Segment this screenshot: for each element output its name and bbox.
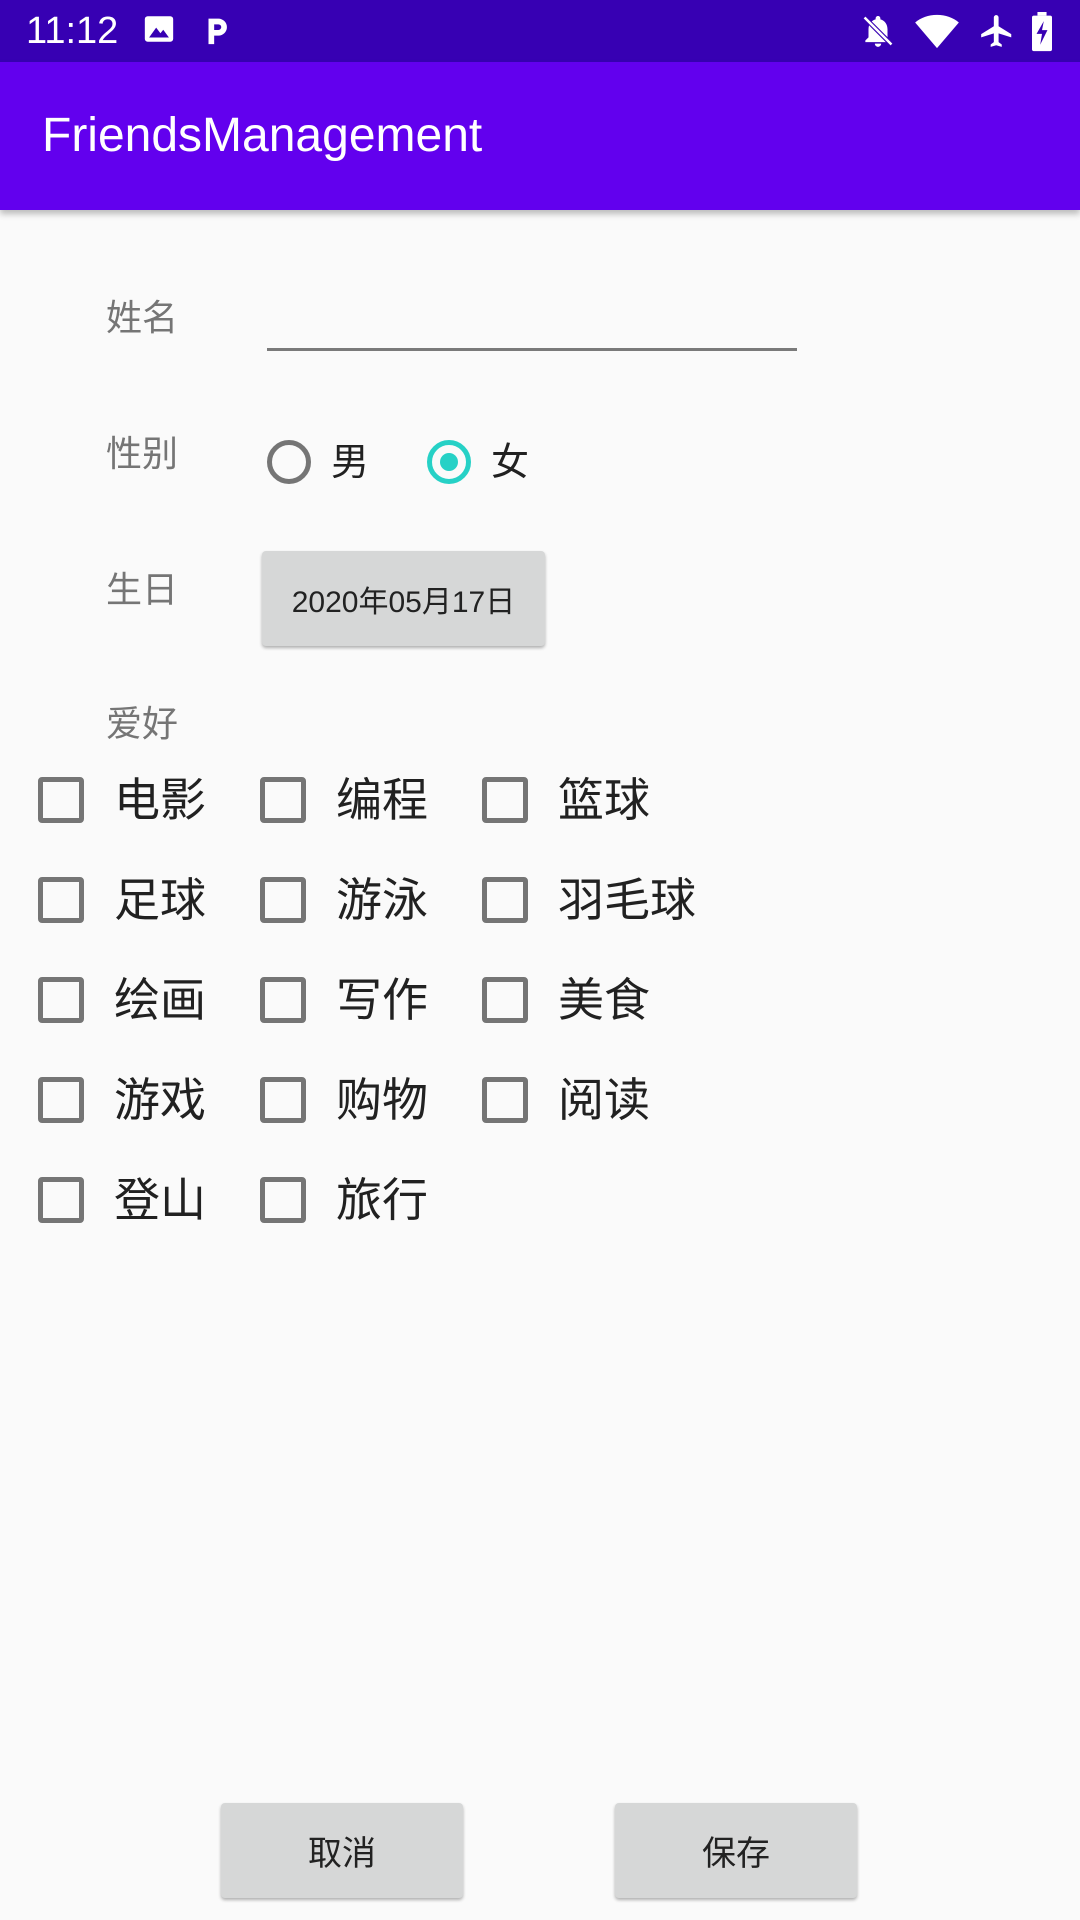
hobby-checkbox[interactable]: 羽毛球 [482,872,696,928]
radio-female-label: 女 [491,440,530,484]
parking-icon [200,12,234,52]
hobby-checkbox[interactable]: 绘画 [38,972,206,1028]
hobby-label: 美食 [558,973,650,1027]
hobby-checkbox[interactable]: 旅行 [260,1172,428,1228]
checkbox-box[interactable] [482,1077,528,1123]
airplane-icon [978,12,1016,54]
hobby-label: 游泳 [336,873,428,927]
checkbox-box[interactable] [260,777,306,823]
hobby-checkbox[interactable]: 购物 [260,1072,428,1128]
checkbox-box[interactable] [482,777,528,823]
checkbox-box[interactable] [482,977,528,1023]
birthday-button[interactable]: 2020年05月17日 [262,551,545,646]
checkbox-box[interactable] [260,877,306,923]
save-button[interactable]: 保存 [615,1803,857,1898]
hobby-checkbox[interactable]: 篮球 [482,772,650,828]
status-bar: 11:12 [0,0,1080,62]
hobby-label: 羽毛球 [558,873,696,927]
notifications-off-icon [858,12,898,54]
checkbox-box[interactable] [38,1177,84,1223]
checkbox-box[interactable] [260,977,306,1023]
radio-female[interactable]: 女 [427,436,529,488]
checkbox-box[interactable] [38,777,84,823]
hobby-label: 游戏 [114,1073,206,1127]
hobby-label: 编程 [336,773,428,827]
hobby-checkbox[interactable]: 足球 [38,872,206,928]
hobby-checkbox[interactable]: 登山 [38,1172,206,1228]
hobby-checkbox[interactable]: 编程 [260,772,428,828]
hobby-checkbox[interactable]: 电影 [38,772,206,828]
hobby-label: 写作 [336,973,428,1027]
hobby-label: 足球 [114,873,206,927]
hobby-label: 阅读 [558,1073,650,1127]
checkbox-box[interactable] [38,1077,84,1123]
gender-label: 性别 [106,434,179,475]
hobby-checkbox[interactable]: 美食 [482,972,650,1028]
hobby-checkbox[interactable]: 阅读 [482,1072,650,1128]
checkbox-box[interactable] [482,877,528,923]
hobby-label: 购物 [336,1073,428,1127]
status-time: 11:12 [26,10,119,52]
hobby-label: 绘画 [114,973,206,1027]
battery-charging-icon [1030,12,1054,56]
hobby-checkbox[interactable]: 游戏 [38,1072,206,1128]
hobby-label: 旅行 [336,1173,428,1227]
hobby-checkbox[interactable]: 写作 [260,972,428,1028]
radio-female-circle[interactable] [427,440,471,484]
name-label: 姓名 [106,298,179,339]
hobby-checkbox[interactable]: 游泳 [260,872,428,928]
image-icon [142,12,176,50]
checkbox-box[interactable] [38,977,84,1023]
hobbies-label: 爱好 [106,704,179,745]
cancel-button[interactable]: 取消 [221,1803,463,1898]
birthday-label: 生日 [106,570,179,611]
radio-male[interactable]: 男 [267,436,369,488]
app-bar: FriendsManagement [0,62,1080,210]
hobby-label: 电影 [114,773,206,827]
app-title: FriendsManagement [42,109,483,162]
wifi-icon [914,12,960,54]
hobby-label: 篮球 [558,773,650,827]
name-input[interactable] [267,300,797,351]
checkbox-box[interactable] [260,1177,306,1223]
radio-male-label: 男 [331,440,370,484]
checkbox-box[interactable] [260,1077,306,1123]
hobby-label: 登山 [114,1173,206,1227]
radio-male-circle[interactable] [267,440,311,484]
checkbox-box[interactable] [38,877,84,923]
